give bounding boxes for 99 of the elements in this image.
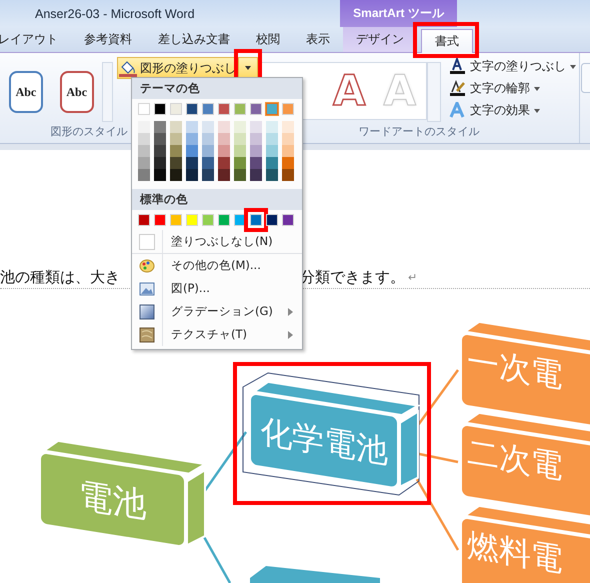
- ribbon-tab[interactable]: 差し込み文書: [145, 27, 243, 52]
- color-swatch[interactable]: [266, 103, 278, 115]
- ribbon-tab[interactable]: 参考資料: [71, 27, 145, 52]
- caret-icon: [534, 86, 540, 90]
- shape-style-swatch[interactable]: Abc: [9, 71, 43, 113]
- paragraph-mark: ↵: [408, 270, 418, 284]
- color-swatch[interactable]: [218, 121, 230, 133]
- color-swatch[interactable]: [170, 169, 182, 181]
- ribbon-tab[interactable]: レイアウト: [0, 27, 71, 52]
- color-swatch[interactable]: [202, 133, 214, 145]
- color-swatch[interactable]: [234, 133, 246, 145]
- color-swatch[interactable]: [202, 169, 214, 181]
- color-swatch[interactable]: [250, 157, 262, 169]
- color-swatch[interactable]: [250, 169, 262, 181]
- shape-style-swatch[interactable]: Abc: [60, 71, 94, 113]
- text-command-button[interactable]: 文字の塗りつぶし: [449, 57, 576, 76]
- color-swatch[interactable]: [266, 169, 278, 181]
- caret-icon: [245, 66, 251, 70]
- menu-item[interactable]: 図(P)...: [132, 277, 302, 300]
- color-swatch[interactable]: [186, 133, 198, 145]
- color-swatch[interactable]: [234, 145, 246, 157]
- menu-item[interactable]: グラデーション(G): [132, 300, 302, 323]
- color-swatch[interactable]: [202, 121, 214, 133]
- ribbon-button-edge[interactable]: [581, 63, 590, 93]
- color-swatch[interactable]: [154, 133, 166, 145]
- color-swatch[interactable]: [234, 121, 246, 133]
- text-effects-icon: [449, 102, 466, 119]
- color-swatch[interactable]: [202, 157, 214, 169]
- gallery-scrollbar[interactable]: [427, 62, 441, 122]
- color-swatch[interactable]: [218, 133, 230, 145]
- submenu-arrow-icon: [288, 330, 293, 338]
- color-swatch[interactable]: [250, 121, 262, 133]
- color-swatch[interactable]: [266, 145, 278, 157]
- ribbon-tab[interactable]: 表示: [293, 27, 343, 52]
- color-swatch[interactable]: [282, 145, 294, 157]
- block-label: 電池: [78, 476, 146, 526]
- menu-item[interactable]: テクスチャ(T): [132, 323, 302, 346]
- color-swatch[interactable]: [170, 157, 182, 169]
- color-swatch[interactable]: [170, 121, 182, 133]
- color-swatch[interactable]: [282, 133, 294, 145]
- color-swatch[interactable]: [218, 169, 230, 181]
- color-swatch[interactable]: [282, 157, 294, 169]
- color-swatch[interactable]: [202, 145, 214, 157]
- caret-icon: [570, 64, 576, 68]
- color-swatch[interactable]: [234, 157, 246, 169]
- color-swatch[interactable]: [234, 169, 246, 181]
- color-swatch[interactable]: [218, 145, 230, 157]
- color-swatch[interactable]: [186, 145, 198, 157]
- color-swatch[interactable]: [186, 169, 198, 181]
- color-swatch[interactable]: [186, 121, 198, 133]
- color-swatch[interactable]: [138, 157, 150, 169]
- menu-item[interactable]: 塗りつぶしなし(N): [132, 230, 302, 254]
- color-swatch[interactable]: [250, 145, 262, 157]
- color-swatch[interactable]: [138, 169, 150, 181]
- color-swatch[interactable]: [138, 145, 150, 157]
- window-title: Anser26-03 - Microsoft Word: [35, 7, 195, 21]
- gradient-icon: [139, 304, 155, 320]
- block-label: 化学電池: [260, 412, 388, 470]
- block-label: 一次電: [467, 342, 562, 395]
- group-label: 図形のスタイル: [50, 124, 128, 140]
- color-swatch[interactable]: [170, 133, 182, 145]
- color-swatch[interactable]: [266, 157, 278, 169]
- wordart-style[interactable]: A: [332, 70, 366, 112]
- texture-icon: [139, 326, 155, 342]
- color-swatch[interactable]: [282, 169, 294, 181]
- color-swatch[interactable]: [154, 169, 166, 181]
- ribbon-tab[interactable]: 校閲: [243, 27, 293, 52]
- caret-icon: [534, 108, 540, 112]
- text-command-button[interactable]: 文字の輪郭: [449, 79, 576, 98]
- color-swatch[interactable]: [186, 157, 198, 169]
- menu-heading: 標準の色: [132, 189, 302, 210]
- color-swatch[interactable]: [154, 145, 166, 157]
- group-label: ワードアートのスタイル: [358, 124, 480, 140]
- menu-heading: テーマの色: [132, 78, 302, 99]
- text-fill-icon: [449, 58, 466, 75]
- menu-item[interactable]: その他の色(M)...: [132, 254, 302, 277]
- text-command-button[interactable]: 文字の効果: [449, 101, 576, 120]
- color-swatch[interactable]: [154, 157, 166, 169]
- color-swatch[interactable]: [250, 133, 262, 145]
- block-label: 二次電: [467, 432, 562, 486]
- block-label: 燃料電: [467, 526, 562, 579]
- color-swatch[interactable]: [282, 121, 294, 133]
- color-swatch[interactable]: [138, 121, 150, 133]
- color-swatch[interactable]: [170, 145, 182, 157]
- empty-swatch-icon: [139, 234, 155, 250]
- color-swatch[interactable]: [266, 121, 278, 133]
- color-swatch[interactable]: [218, 157, 230, 169]
- gallery-scrollbar[interactable]: [102, 62, 113, 122]
- color-swatch[interactable]: [138, 133, 150, 145]
- text-outline-icon: [449, 80, 466, 97]
- picture-icon: [139, 280, 155, 296]
- highlight-frame: [413, 22, 479, 58]
- context-tab-header: SmartArt ツール: [340, 0, 457, 27]
- color-swatch[interactable]: [154, 121, 166, 133]
- color-swatch[interactable]: [266, 133, 278, 145]
- submenu-arrow-icon: [288, 308, 293, 316]
- palette-icon: [139, 258, 155, 274]
- ribbon-tab[interactable]: 書式: [421, 29, 473, 53]
- body-text: 池の種類は、大き: [0, 268, 120, 286]
